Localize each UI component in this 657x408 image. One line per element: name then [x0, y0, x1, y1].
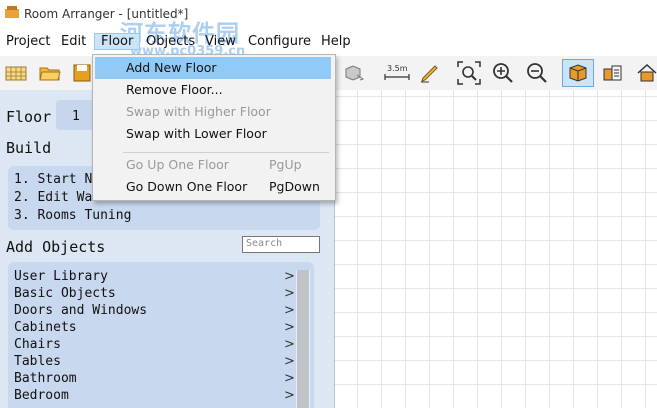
scrollbar-thumb[interactable] — [297, 270, 309, 408]
floor-label: Floor — [6, 108, 52, 126]
zoom-fit-button[interactable] — [455, 59, 483, 87]
chevron-right-icon: > — [284, 337, 295, 352]
menu-item-label: Go Down One Floor — [126, 179, 248, 194]
list-item[interactable]: Bathroom — [14, 371, 296, 386]
box-arrow-icon — [345, 65, 365, 81]
menu-objects[interactable]: Objects — [144, 34, 197, 49]
menu-configure[interactable]: Configure — [246, 34, 313, 49]
pencil-icon — [421, 65, 438, 83]
folder-icon — [39, 67, 61, 81]
menu-view[interactable]: View — [203, 34, 238, 49]
build-step-start[interactable]: 1. Start N — [14, 172, 92, 187]
menu-item-go-up-floor: Go Up One Floor PgUp — [93, 154, 335, 176]
object-list-button[interactable] — [598, 59, 626, 87]
menu-project[interactable]: Project — [4, 34, 52, 49]
menu-item-go-down-floor[interactable]: Go Down One Floor PgDown — [93, 176, 335, 198]
chevron-right-icon: > — [284, 286, 295, 301]
chevron-right-icon: > — [284, 320, 295, 335]
list-item[interactable]: User Library — [14, 269, 296, 284]
measure-label: 3.5m — [387, 64, 408, 73]
view-3d-box-button[interactable] — [562, 59, 594, 87]
zoom-out-icon — [527, 63, 547, 83]
ruler-icon: 3.5m — [384, 64, 410, 80]
search-input[interactable]: Search — [242, 236, 320, 253]
measure-button[interactable]: 3.5m — [382, 59, 412, 87]
menu-item-shortcut: PgDown — [269, 179, 320, 194]
menu-floor[interactable]: Floor — [93, 33, 141, 50]
draw-button[interactable] — [416, 59, 444, 87]
list-item[interactable]: Basic Objects — [14, 286, 296, 301]
chevron-right-icon: > — [284, 354, 295, 369]
open-button[interactable] — [36, 59, 64, 87]
boxes-icon — [603, 65, 622, 81]
save-icon — [73, 64, 91, 82]
list-item[interactable]: Doors and Windows — [14, 303, 296, 318]
list-item[interactable]: Cabinets — [14, 320, 296, 335]
app-icon — [5, 6, 19, 18]
house-icon — [637, 63, 657, 82]
menu-edit[interactable]: Edit — [59, 34, 88, 49]
build-label: Build — [6, 139, 52, 157]
menu-help[interactable]: Help — [319, 34, 353, 49]
menu-item-label: Swap with Higher Floor — [126, 104, 271, 119]
add-objects-label: Add Objects — [6, 238, 106, 256]
chevron-right-icon: > — [284, 303, 295, 318]
menu-item-swap-higher-floor: Swap with Higher Floor — [93, 101, 335, 123]
floor-plan-canvas[interactable] — [335, 90, 657, 408]
chevron-right-icon: > — [284, 269, 295, 284]
zoom-fit-icon — [457, 61, 481, 85]
menu-item-shortcut: PgUp — [269, 157, 302, 172]
menu-item-add-new-floor[interactable]: Add New Floor — [95, 57, 331, 79]
house-view-button[interactable] — [633, 59, 657, 87]
object-3d-button[interactable] — [340, 59, 368, 87]
list-item[interactable]: Chairs — [14, 337, 296, 352]
menu-item-label: Add New Floor — [126, 60, 217, 75]
title-bar: Room Arranger - [untitled*] — [0, 0, 657, 30]
grid-icon — [5, 66, 27, 81]
menu-bar: Project Edit Floor Objects View Configur… — [0, 31, 657, 53]
zoom-out-button[interactable] — [523, 59, 551, 87]
menu-item-remove-floor[interactable]: Remove Floor... — [93, 79, 335, 101]
menu-item-swap-lower-floor[interactable]: Swap with Lower Floor — [93, 123, 335, 145]
menu-item-label: Swap with Lower Floor — [126, 126, 267, 141]
chevron-right-icon: > — [284, 388, 295, 403]
zoom-in-button[interactable] — [489, 59, 517, 87]
floor-value: 1 — [72, 109, 80, 124]
new-project-button[interactable] — [2, 59, 30, 87]
chevron-right-icon: > — [284, 371, 295, 386]
floor-menu-dropdown: Add New Floor Remove Floor... Swap with … — [92, 54, 336, 201]
cube-icon — [569, 64, 587, 82]
menu-item-label: Go Up One Floor — [126, 157, 229, 172]
menu-separator — [123, 152, 329, 153]
zoom-in-icon — [493, 63, 513, 83]
build-step-rooms-tuning[interactable]: 3. Rooms Tuning — [14, 208, 131, 223]
list-item[interactable]: Bedroom — [14, 388, 296, 403]
menu-item-label: Remove Floor... — [126, 82, 223, 97]
list-item[interactable]: Tables — [14, 354, 296, 369]
